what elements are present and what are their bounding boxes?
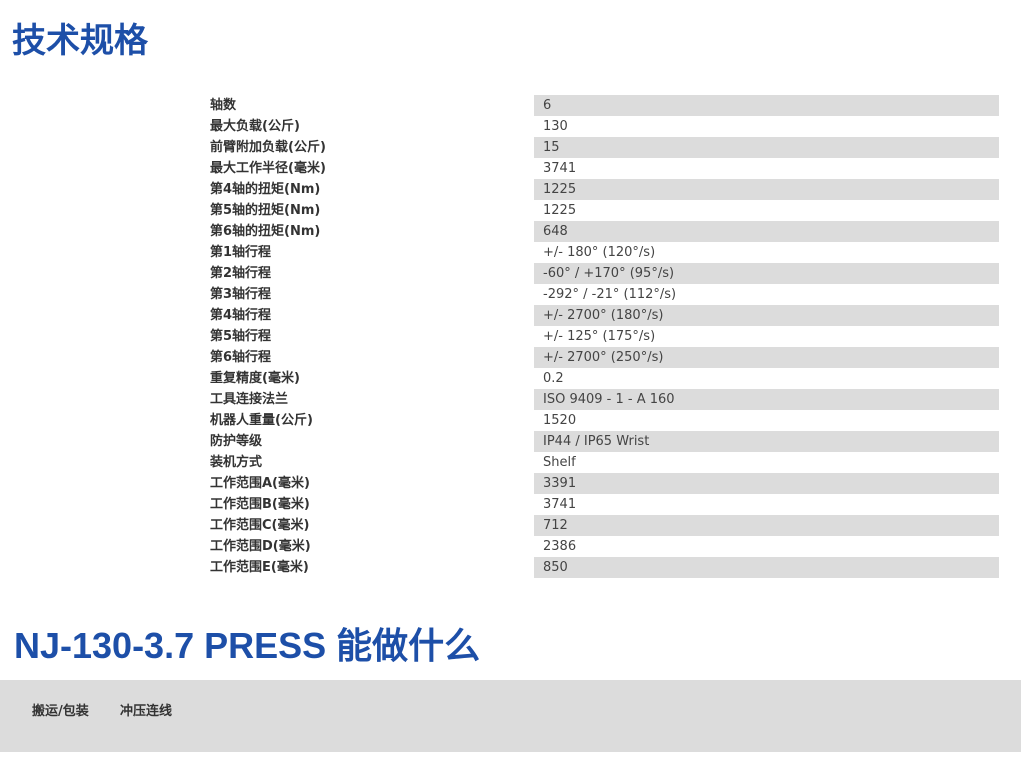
spec-value: 0.2 [543, 371, 564, 386]
spec-row: 第5轴的扭矩(Nm) 1225 [210, 200, 999, 221]
spec-row: 轴数 6 [210, 95, 999, 116]
spec-label: 工具连接法兰 [210, 392, 289, 407]
spec-value: 712 [534, 515, 999, 536]
spec-value: 1225 [534, 179, 999, 200]
spec-value: 15 [534, 137, 999, 158]
spec-row: 第6轴行程 +/- 2700° (250°/s) [210, 347, 999, 368]
spec-table: 轴数 6 最大负载(公斤) 130 前臂附加负载(公斤) 15 最大工作半径(毫米) 3741… [210, 95, 999, 578]
spec-label: 第2轴行程 [210, 266, 272, 281]
spec-row: 防护等级 IP44 / IP65 Wrist [210, 431, 999, 452]
spec-label: 工作范围C(毫米) [210, 518, 310, 533]
spec-value: -60° / +170° (95°/s) [534, 263, 999, 284]
tab-press-line[interactable]: 冲压连线 [120, 702, 172, 722]
spec-label: 第6轴的扭矩(Nm) [210, 224, 321, 239]
spec-row: 工作范围C(毫米) 712 [210, 515, 999, 536]
spec-label: 装机方式 [210, 455, 263, 470]
spec-label: 工作范围D(毫米) [210, 539, 311, 554]
spec-label: 第3轴行程 [210, 287, 272, 302]
spec-value: +/- 2700° (180°/s) [534, 305, 999, 326]
spec-row: 工作范围D(毫米) 2386 [210, 536, 999, 557]
spec-row: 工作范围A(毫米) 3391 [210, 473, 999, 494]
spec-label: 最大负载(公斤) [210, 119, 300, 134]
spec-label: 第5轴的扭矩(Nm) [210, 203, 321, 218]
spec-row: 第4轴的扭矩(Nm) 1225 [210, 179, 999, 200]
spec-value: +/- 125° (175°/s) [543, 329, 656, 344]
spec-row: 第1轴行程 +/- 180° (120°/s) [210, 242, 999, 263]
spec-label: 轴数 [210, 98, 237, 113]
spec-label: 工作范围B(毫米) [210, 497, 310, 512]
spec-value: Shelf [543, 455, 576, 470]
spec-value: 1520 [543, 413, 577, 428]
spec-row: 第5轴行程 +/- 125° (175°/s) [210, 326, 999, 347]
spec-row: 第3轴行程 -292° / -21° (112°/s) [210, 284, 999, 305]
spec-value: 3391 [534, 473, 999, 494]
spec-label: 最大工作半径(毫米) [210, 161, 326, 176]
spec-value: IP44 / IP65 Wrist [534, 431, 999, 452]
spec-row: 装机方式 Shelf [210, 452, 999, 473]
section-title: 技术规格 [12, 21, 148, 61]
spec-value: 3741 [543, 161, 577, 176]
spec-label: 第1轴行程 [210, 245, 272, 260]
spec-row: 重复精度(毫米) 0.2 [210, 368, 999, 389]
applications-title: NJ-130-3.7 PRESS 能做什么 [14, 625, 481, 666]
spec-row: 第2轴行程 -60° / +170° (95°/s) [210, 263, 999, 284]
spec-label: 工作范围A(毫米) [210, 476, 310, 491]
spec-row: 最大工作半径(毫米) 3741 [210, 158, 999, 179]
spec-value: -292° / -21° (112°/s) [543, 287, 677, 302]
spec-value: 648 [534, 221, 999, 242]
spec-row: 最大负载(公斤) 130 [210, 116, 999, 137]
spec-value: 130 [543, 119, 568, 134]
spec-value: +/- 180° (120°/s) [543, 245, 656, 260]
spec-value: ISO 9409 - 1 - A 160 [534, 389, 999, 410]
spec-row: 工具连接法兰 ISO 9409 - 1 - A 160 [210, 389, 999, 410]
spec-label: 工作范围E(毫米) [210, 560, 309, 575]
spec-row: 工作范围B(毫米) 3741 [210, 494, 999, 515]
spec-label: 第4轴的扭矩(Nm) [210, 182, 321, 197]
spec-value: 6 [534, 95, 999, 116]
spec-value: 2386 [543, 539, 577, 554]
spec-row: 机器人重量(公斤) 1520 [210, 410, 999, 431]
spec-label: 第6轴行程 [210, 350, 272, 365]
spec-label: 前臂附加负载(公斤) [210, 140, 326, 155]
spec-label: 防护等级 [210, 434, 263, 449]
spec-row: 第6轴的扭矩(Nm) 648 [210, 221, 999, 242]
spec-value: 3741 [543, 497, 577, 512]
spec-row: 前臂附加负载(公斤) 15 [210, 137, 999, 158]
spec-row: 第4轴行程 +/- 2700° (180°/s) [210, 305, 999, 326]
tab-handling-packaging[interactable]: 搬运/包装 [32, 702, 89, 722]
spec-value: 850 [534, 557, 999, 578]
spec-label: 重复精度(毫米) [210, 371, 300, 386]
spec-value: +/- 2700° (250°/s) [534, 347, 999, 368]
page: 技术规格 轴数 6 最大负载(公斤) 130 前臂附加负载(公斤) 15 最大工作半径(毫米… [0, 0, 1021, 771]
spec-label: 第4轴行程 [210, 308, 272, 323]
spec-value: 1225 [543, 203, 577, 218]
spec-label: 机器人重量(公斤) [210, 413, 313, 428]
spec-label: 第5轴行程 [210, 329, 272, 344]
spec-row: 工作范围E(毫米) 850 [210, 557, 999, 578]
applications-tab-bar: 搬运/包装 冲压连线 [0, 680, 1021, 752]
